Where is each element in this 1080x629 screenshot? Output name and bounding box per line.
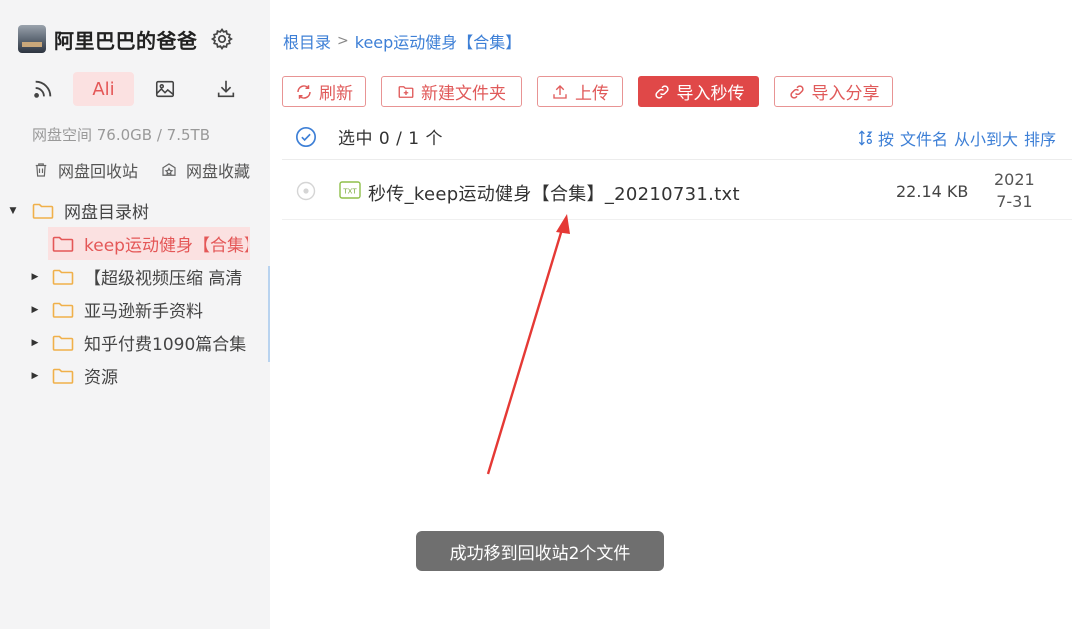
folder-icon (32, 203, 54, 219)
tab-feed[interactable] (12, 72, 73, 106)
image-icon (155, 80, 174, 98)
folder-icon (52, 302, 74, 318)
caret-right-icon[interactable]: ▶ (30, 338, 40, 348)
tree-item-label: 【超级视频压缩 高清 (84, 269, 243, 289)
folder-icon (52, 368, 74, 384)
sidebar-tabs: Ali (12, 72, 258, 106)
user-header: 阿里巴巴的爸爸 (18, 22, 234, 56)
refresh-button[interactable]: 刷新 (282, 76, 366, 107)
favorites-label: 网盘收藏 (186, 162, 251, 181)
download-icon (217, 80, 234, 98)
txt-file-icon: TXT (339, 181, 361, 199)
folder-icon (52, 269, 74, 285)
upload-icon (553, 84, 567, 99)
file-date: 2021 7-31 (994, 169, 1035, 213)
select-all-checkbox[interactable] (295, 126, 317, 148)
caret-right-icon[interactable]: ▶ (30, 305, 40, 315)
tree-item-label: 亚马逊新手资料 (84, 302, 203, 322)
rss-icon (33, 80, 51, 98)
trash-icon (35, 163, 47, 177)
tab-downloads[interactable] (195, 72, 256, 106)
sort-control[interactable]: 按 文件名 从小到大 排序 (856, 126, 1056, 150)
import-share-button[interactable]: 导入分享 (774, 76, 893, 107)
caret-right-icon[interactable]: ▶ (30, 272, 40, 282)
tab-ali-label: Ali (92, 78, 115, 100)
link-icon (789, 84, 804, 99)
breadcrumb-separator: > (337, 33, 349, 49)
gear-icon[interactable] (210, 27, 234, 51)
sort-icon (858, 130, 873, 146)
tree-item-label: 资源 (84, 368, 118, 388)
app-window: 阿里巴巴的爸爸 Ali 网盘空间 76.0GB / 7.5TB 网盘回收站 网盘… (0, 0, 1080, 629)
caret-right-icon[interactable]: ▶ (30, 371, 40, 381)
file-size: 22.14 KB (896, 182, 969, 201)
tab-ali[interactable]: Ali (73, 72, 134, 106)
tree-item-video[interactable]: ▶ 【超级视频压缩 高清 (0, 260, 270, 293)
new-folder-label: 新建文件夹 (421, 84, 506, 104)
favorites-link[interactable]: 网盘收藏 (160, 158, 250, 182)
favorite-icon (162, 163, 176, 176)
list-header: 选中 0 / 1 个 按 文件名 从小到大 排序 (282, 114, 1072, 160)
breadcrumb-current[interactable]: keep运动健身【合集】 (355, 29, 522, 53)
selection-count: 选中 0 / 1 个 (338, 129, 443, 149)
quick-links: 网盘回收站 网盘收藏 (32, 158, 270, 182)
sort-action: 排序 (1023, 130, 1056, 149)
sort-prefix: 按 (877, 130, 894, 149)
svg-text:TXT: TXT (342, 187, 357, 195)
tree-item-zhihu[interactable]: ▶ 知乎付费1090篇合集 (0, 326, 270, 359)
upload-button[interactable]: 上传 (537, 76, 623, 107)
tab-images[interactable] (134, 72, 195, 106)
row-select-radio[interactable] (296, 181, 316, 201)
caret-down-icon[interactable]: ▼ (8, 206, 18, 216)
folder-tree: ▼ 网盘目录树 keep运动健身【合集】 ▶ 【超级视频压缩 高清 ▶ 亚马逊新… (0, 194, 270, 392)
recycle-bin-link[interactable]: 网盘回收站 (32, 158, 138, 182)
import-fast-button[interactable]: 导入秒传 (638, 76, 759, 107)
user-name: 阿里巴巴的爸爸 (54, 28, 198, 53)
upload-label: 上传 (575, 84, 609, 104)
recycle-bin-label: 网盘回收站 (58, 162, 139, 181)
file-name[interactable]: 秒传_keep运动健身【合集】_20210731.txt (368, 180, 740, 206)
main-panel: 根目录 > keep运动健身【合集】 刷新 新建文件夹 上传 导入秒传 导入分享… (270, 0, 1080, 629)
tree-item-resources[interactable]: ▶ 资源 (0, 359, 270, 392)
file-date-year: 2021 (994, 170, 1035, 189)
sort-field[interactable]: 文件名 (900, 126, 948, 150)
refresh-icon (297, 84, 311, 99)
tree-root-label: 网盘目录树 (64, 203, 149, 223)
folder-plus-icon (398, 85, 414, 98)
link-icon (654, 84, 669, 99)
toast-message: 成功移到回收站2个文件 (416, 531, 664, 571)
sidebar: 阿里巴巴的爸爸 Ali 网盘空间 76.0GB / 7.5TB 网盘回收站 网盘… (0, 0, 270, 629)
avatar[interactable] (18, 25, 46, 53)
new-folder-button[interactable]: 新建文件夹 (381, 76, 522, 107)
breadcrumb: 根目录 > keep运动健身【合集】 (283, 29, 521, 53)
tree-item-label: keep运动健身【合集】 (84, 236, 248, 256)
breadcrumb-root[interactable]: 根目录 (283, 29, 331, 53)
file-date-monthday: 7-31 (996, 192, 1033, 211)
tree-item-keep[interactable]: keep运动健身【合集】 (48, 227, 250, 260)
folder-icon (52, 236, 74, 252)
folder-icon (52, 335, 74, 351)
sort-order[interactable]: 从小到大 (954, 126, 1018, 150)
toolbar: 刷新 新建文件夹 上传 导入秒传 导入分享 (282, 76, 908, 107)
import-fast-label: 导入秒传 (676, 84, 745, 104)
refresh-label: 刷新 (319, 84, 353, 104)
import-share-label: 导入分享 (811, 84, 880, 104)
tree-item-label: 知乎付费1090篇合集 (84, 335, 247, 355)
file-row[interactable]: TXT 秒传_keep运动健身【合集】_20210731.txt 22.14 K… (282, 162, 1072, 220)
tree-root[interactable]: ▼ 网盘目录树 (0, 194, 270, 227)
tree-item-amazon[interactable]: ▶ 亚马逊新手资料 (0, 293, 270, 326)
storage-quota: 网盘空间 76.0GB / 7.5TB (32, 126, 210, 144)
